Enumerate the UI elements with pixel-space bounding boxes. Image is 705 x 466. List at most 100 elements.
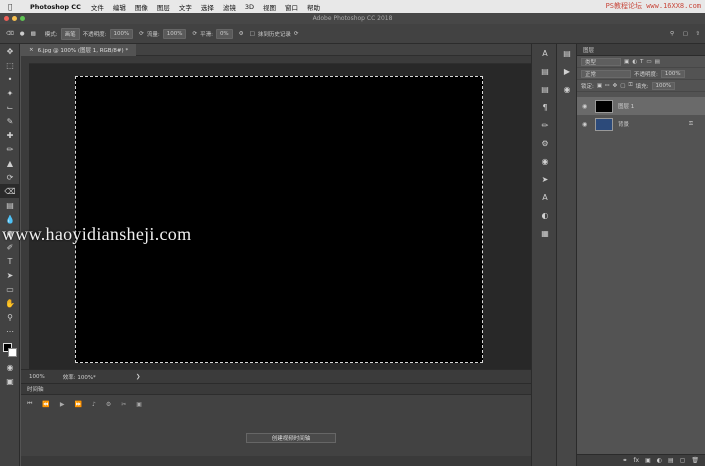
background-color-swatch[interactable] [8, 348, 17, 357]
first-frame-icon[interactable]: ⏮ [27, 400, 32, 408]
history-brush-icon[interactable]: ⟳ [0, 170, 20, 184]
menu-file[interactable]: 文件 [91, 2, 104, 12]
marquee-tool-icon[interactable]: ⬚ [0, 58, 20, 72]
create-video-timeline-button[interactable]: 创建视频时间轴 [246, 433, 336, 443]
document-canvas[interactable] [75, 76, 483, 363]
maximize-window-button[interactable] [20, 16, 25, 21]
menu-3d[interactable]: 3D [245, 3, 254, 11]
styles-panel-icon[interactable]: ◉ [532, 152, 558, 170]
layer-row-layer1[interactable]: ◉ 图层 1 [577, 97, 705, 115]
properties-panel-icon[interactable]: ▤ [532, 62, 558, 80]
pressure-opacity-icon[interactable]: ⟳ [139, 31, 144, 37]
menu-help[interactable]: 帮助 [307, 2, 320, 12]
adjustments-panel-icon[interactable]: ⚙ [532, 134, 558, 152]
workspace-icon[interactable]: ▢ [683, 31, 688, 37]
menu-select[interactable]: 选择 [201, 2, 214, 12]
split-icon[interactable]: ✂ [121, 401, 126, 408]
filter-adjust-icon[interactable]: ◐ [632, 59, 637, 65]
play-icon[interactable]: ▶ [60, 401, 65, 408]
glyphs-panel-icon[interactable]: A [532, 188, 558, 206]
eraser-tool-icon[interactable]: ⌫ [6, 31, 14, 37]
crop-tool-icon[interactable]: ⌙ [0, 100, 20, 114]
new-group-icon[interactable]: ▤ [668, 457, 674, 464]
swatches-panel-icon[interactable]: ▦ [532, 224, 558, 242]
paragraph-panel-icon[interactable]: ¶ [532, 98, 558, 116]
transition-icon[interactable]: ▣ [136, 401, 142, 408]
smoothing-input[interactable]: 0% [215, 28, 233, 39]
magic-wand-tool-icon[interactable]: ✦ [0, 86, 20, 100]
audio-icon[interactable]: ♪ [92, 401, 96, 408]
gradient-tool-icon[interactable]: ▤ [0, 198, 20, 212]
history-panel-icon[interactable]: ▤ [557, 44, 577, 62]
actions-panel-icon[interactable]: ▶ [557, 62, 577, 80]
filter-smart-icon[interactable]: ▤ [655, 59, 660, 65]
prev-frame-icon[interactable]: ⏪ [42, 401, 49, 408]
healing-tool-icon[interactable]: ✚ [0, 128, 20, 142]
flow-input[interactable]: 100% [162, 28, 187, 39]
libraries-panel-icon[interactable]: ◉ [557, 80, 577, 98]
zoom-tool-icon[interactable]: ⚲ [0, 310, 20, 324]
brush-preset-icon[interactable]: ● [20, 31, 25, 37]
lock-all-icon[interactable]: ⚿ [628, 82, 632, 89]
document-tab[interactable]: × 6.jpg @ 100% (图层 1, RGB/8#) * [21, 44, 137, 56]
erase-history-checkbox[interactable]: □ [250, 31, 255, 37]
lock-artboard-icon[interactable]: ▢ [620, 83, 625, 89]
lock-brush-icon[interactable]: ✏ [605, 83, 610, 89]
close-window-button[interactable] [4, 16, 9, 21]
app-menu[interactable]: Photoshop CC [30, 3, 81, 11]
new-layer-icon[interactable]: ▢ [680, 457, 686, 464]
mode-select[interactable]: 画笔 [60, 27, 80, 40]
menu-view[interactable]: 视图 [263, 2, 276, 12]
search-icon[interactable]: ⚲ [670, 31, 674, 37]
layer-row-background[interactable]: ◉ 背景 ⚿ [577, 115, 705, 133]
color-swatches[interactable] [0, 338, 20, 360]
brush-settings-icon[interactable]: ▩ [31, 31, 36, 37]
paths-panel-icon[interactable]: ➤ [532, 170, 558, 188]
airbrush-icon[interactable]: ⟳ [192, 31, 197, 37]
visibility-eye-icon[interactable]: ◉ [582, 103, 590, 110]
minimize-window-button[interactable] [12, 16, 17, 21]
filter-pixel-icon[interactable]: ▣ [624, 59, 629, 65]
zoom-level[interactable]: 100% [29, 374, 45, 380]
layer-opacity-input[interactable]: 100% [660, 69, 685, 78]
share-icon[interactable]: ⇧ [695, 31, 700, 37]
lock-move-icon[interactable]: ✥ [613, 83, 618, 89]
filter-type-icon[interactable]: T [640, 59, 643, 65]
vertical-ruler[interactable] [21, 56, 29, 369]
menu-filter[interactable]: 滤镜 [223, 2, 236, 12]
menu-edit[interactable]: 编辑 [113, 2, 126, 12]
blend-mode-select[interactable]: 正常 [581, 69, 631, 78]
menu-layer[interactable]: 图层 [157, 2, 170, 12]
adjustment-layer-icon[interactable]: ◐ [657, 457, 662, 464]
next-frame-icon[interactable]: ⏩ [75, 401, 82, 408]
character-panel-icon[interactable]: A [532, 44, 558, 62]
eyedropper-tool-icon[interactable]: ✎ [0, 114, 20, 128]
eraser-tool-icon[interactable]: ⌫ [0, 184, 20, 198]
brush-panel-icon[interactable]: ✏ [532, 116, 558, 134]
type-tool-icon[interactable]: T [0, 254, 20, 268]
apple-icon[interactable]:  [8, 3, 20, 11]
quick-mask-icon[interactable]: ◉ [0, 360, 20, 374]
notes-panel-icon[interactable]: ▤ [532, 80, 558, 98]
path-select-tool-icon[interactable]: ➤ [0, 268, 20, 282]
status-menu-arrow-icon[interactable]: ❯ [136, 374, 141, 380]
fill-input[interactable]: 100% [651, 81, 676, 90]
stamp-tool-icon[interactable]: ▲ [0, 156, 20, 170]
lock-pixels-icon[interactable]: ▣ [597, 83, 602, 89]
layer-style-icon[interactable]: fx [633, 457, 639, 464]
settings-icon[interactable]: ⚙ [106, 401, 111, 408]
screen-mode-icon[interactable]: ▣ [0, 374, 20, 388]
shape-tool-icon[interactable]: ▭ [0, 282, 20, 296]
add-mask-icon[interactable]: ▣ [645, 457, 651, 464]
menu-type[interactable]: 文字 [179, 2, 192, 12]
move-tool-icon[interactable]: ✥ [0, 44, 20, 58]
close-tab-icon[interactable]: × [29, 47, 34, 53]
smoothing-settings-icon[interactable]: ⚙ [239, 31, 244, 37]
more-tools-icon[interactable]: ⋯ [0, 324, 20, 338]
menu-window[interactable]: 窗口 [285, 2, 298, 12]
opacity-input[interactable]: 100% [109, 28, 134, 39]
color-panel-icon[interactable]: ◐ [532, 206, 558, 224]
horizontal-ruler[interactable] [29, 56, 531, 64]
lasso-tool-icon[interactable]: • [0, 72, 20, 86]
hand-tool-icon[interactable]: ✋ [0, 296, 20, 310]
